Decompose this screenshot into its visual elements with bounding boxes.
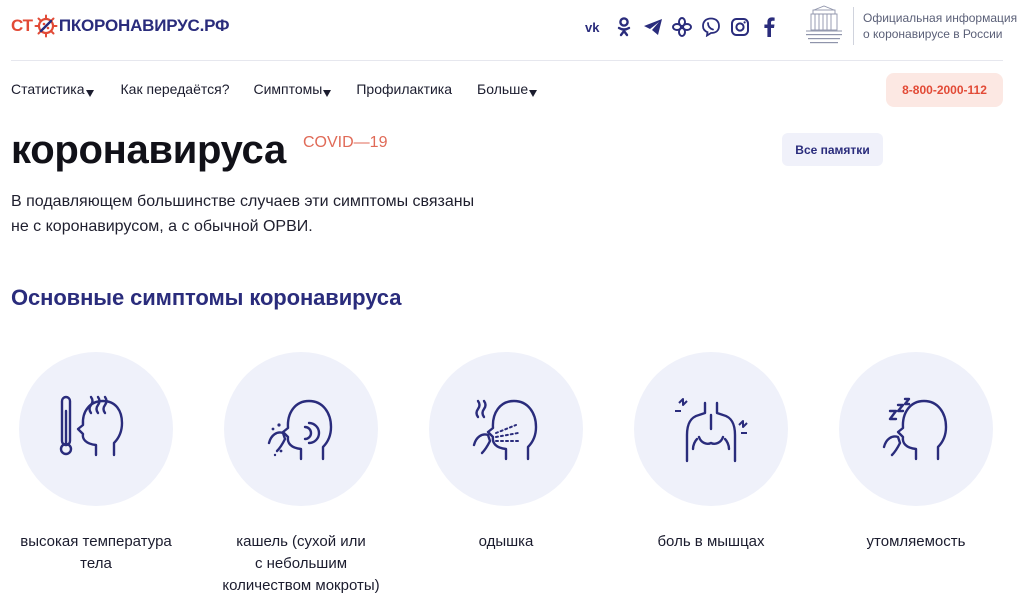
symptom-label-line: с небольшим: [254, 555, 348, 572]
symptom-label: утомляемость: [826, 531, 1006, 553]
symptom-circle: [224, 352, 378, 506]
nav-item-label: Статистика: [11, 81, 85, 97]
vk-icon[interactable]: vk: [584, 17, 605, 38]
symptom-card-fatigue: утомляемость: [826, 352, 1006, 553]
nav-item-statistics[interactable]: Статистика: [11, 81, 94, 97]
thermometer-head-icon: [59, 395, 124, 457]
logo-text-end: ПКОРОНАВИРУС.РФ: [58, 16, 230, 35]
fatigue-icon: [882, 397, 948, 461]
nav-item-label: Больше: [477, 81, 529, 97]
symptom-card-cough: кашель (сухой или с небольшим количество…: [211, 352, 391, 597]
site-header: СТ ПКОРОНАВИРУС.РФ vk Официальная информ…: [0, 0, 1024, 60]
viber-icon[interactable]: [700, 17, 721, 38]
symptom-circle: [839, 352, 993, 506]
symptom-card-fever: высокая температура тела: [6, 352, 186, 575]
symptom-label: кашель (сухой или с небольшим количество…: [211, 531, 391, 597]
symptom-label-line: количеством мокроты): [222, 577, 380, 594]
subtitle-line-1: В подавляющем большинстве случаев эти си…: [11, 193, 475, 210]
symptom-label-line: утомляемость: [866, 533, 966, 550]
section-title: Основные симптомы коронавируса: [11, 285, 402, 310]
header-separator: [11, 60, 1003, 61]
symptom-card-shortness-of-breath: одышка: [416, 352, 596, 553]
official-info-line-1: Официальная информация: [863, 11, 1018, 25]
chevron-down-icon: [85, 89, 94, 97]
government-emblem[interactable]: [800, 4, 848, 48]
subtitle-line-2: не с коронавирусом, а с обычной ОРВИ.: [11, 218, 313, 235]
official-info-line-2: о коронавирусе в России: [863, 27, 1003, 41]
nav-item-more[interactable]: Больше: [477, 81, 538, 97]
muscle-pain-icon: [675, 398, 748, 463]
telegram-icon[interactable]: [642, 17, 663, 38]
symptom-circle: [634, 352, 788, 506]
symptom-label-line: боль в мышцах: [657, 533, 765, 550]
odnoklassniki-icon[interactable]: [613, 17, 634, 38]
nav-item-prevention[interactable]: Профилактика: [356, 81, 452, 97]
nav-item-transmission[interactable]: Как передаётся?: [121, 81, 230, 97]
hotline-button[interactable]: 8-800-2000-112: [886, 73, 1003, 107]
symptom-label-line: кашель (сухой или: [236, 533, 366, 550]
symptom-label-line: одышка: [478, 533, 534, 550]
nav-item-symptoms[interactable]: Симптомы: [253, 81, 332, 97]
header-divider: [853, 7, 854, 45]
flower-icon[interactable]: [671, 17, 692, 38]
covid-badge: COVID—19: [303, 134, 388, 151]
instagram-icon[interactable]: [729, 17, 750, 38]
chevron-down-icon: [529, 89, 538, 97]
nav-item-label: Симптомы: [253, 81, 323, 97]
virus-icon: [34, 14, 58, 38]
symptom-label-line: тела: [80, 555, 112, 572]
site-logo[interactable]: СТ ПКОРОНАВИРУС.РФ: [11, 12, 230, 40]
symptom-circle: [19, 352, 173, 506]
main-nav: Статистика Как передаётся? Симптомы Проф…: [11, 81, 561, 97]
symptom-label: одышка: [416, 531, 596, 553]
symptom-circle: [429, 352, 583, 506]
social-links: vk: [584, 14, 779, 40]
cough-icon: [267, 399, 333, 461]
facebook-icon[interactable]: [758, 17, 779, 38]
symptom-card-muscle-pain: боль в мышцах: [621, 352, 801, 553]
svg-text:vk: vk: [585, 20, 600, 34]
symptom-label: боль в мышцах: [621, 531, 801, 553]
page-title: коронавируса: [11, 128, 286, 172]
page-subtitle: В подавляющем большинстве случаев эти си…: [11, 189, 551, 239]
official-info: Официальная информация о коронавирусе в …: [863, 10, 1017, 42]
nav-item-label: Как передаётся?: [120, 81, 230, 97]
nav-item-label: Профилактика: [356, 81, 453, 97]
symptom-label-line: высокая температура: [20, 533, 172, 550]
chevron-down-icon: [323, 89, 332, 97]
logo-text-start: СТ: [11, 16, 33, 35]
shortness-of-breath-icon: [472, 399, 538, 461]
symptom-label: высокая температура тела: [6, 531, 186, 575]
all-memos-button[interactable]: Все памятки: [782, 133, 883, 166]
